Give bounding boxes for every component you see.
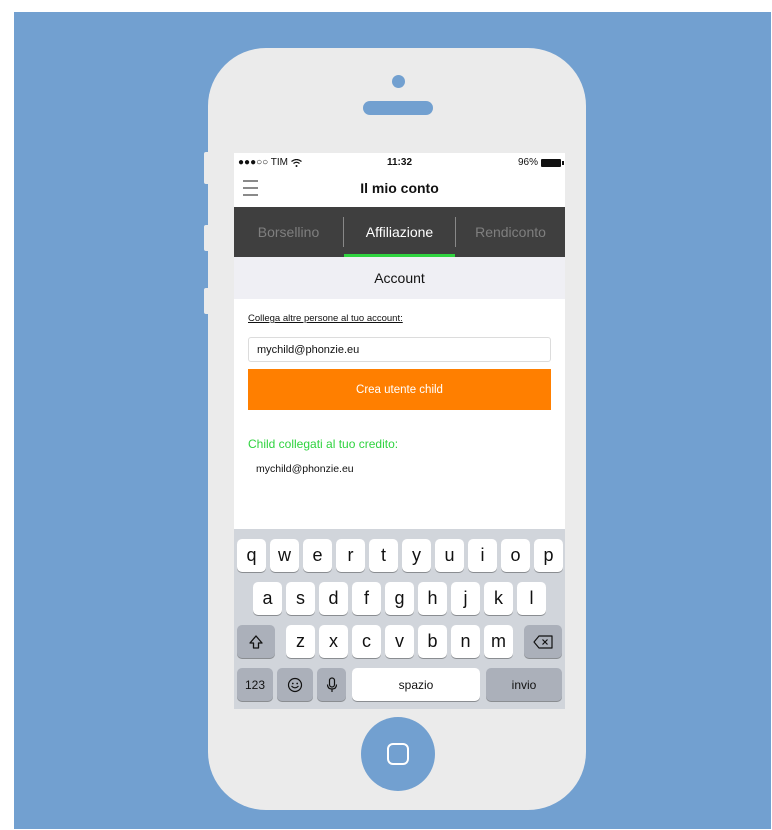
key-q[interactable]: q xyxy=(237,539,266,572)
phone-screen: ●●●○○ TIM 11:32 96% Il mio conto Borsell… xyxy=(234,153,565,709)
key-z[interactable]: z xyxy=(286,625,315,658)
battery-icon xyxy=(541,158,564,167)
key-r[interactable]: r xyxy=(336,539,365,572)
create-child-user-button[interactable]: Crea utente child xyxy=(248,369,551,410)
key-b[interactable]: b xyxy=(418,625,447,658)
key-d[interactable]: d xyxy=(319,582,348,615)
tab-rendiconto[interactable]: Rendiconto xyxy=(456,207,565,257)
status-bar: ●●●○○ TIM 11:32 96% xyxy=(234,153,565,173)
backspace-icon xyxy=(533,634,553,649)
battery-percent: 96% xyxy=(517,157,538,168)
volume-up-button xyxy=(204,225,212,251)
home-square-icon xyxy=(387,743,409,765)
key-k[interactable]: k xyxy=(484,582,513,615)
backspace-key[interactable] xyxy=(524,625,562,658)
earpiece-speaker xyxy=(363,101,433,115)
key-h[interactable]: h xyxy=(418,582,447,615)
key-a[interactable]: a xyxy=(253,582,282,615)
key-w[interactable]: w xyxy=(270,539,299,572)
emoji-icon xyxy=(287,677,303,692)
key-p[interactable]: p xyxy=(534,539,563,572)
key-v[interactable]: v xyxy=(385,625,414,658)
space-key[interactable]: spazio xyxy=(352,668,480,701)
key-y[interactable]: y xyxy=(402,539,431,572)
tab-bar: Borsellino Affiliazione Rendiconto xyxy=(234,207,565,257)
dictation-key[interactable] xyxy=(317,668,346,701)
page-title: Il mio conto xyxy=(360,180,439,196)
shift-icon xyxy=(249,634,263,649)
key-l[interactable]: l xyxy=(517,582,546,615)
key-g[interactable]: g xyxy=(385,582,414,615)
nav-bar: Il mio conto xyxy=(234,173,565,207)
linked-child-item: mychild@phonzie.eu xyxy=(256,463,354,475)
key-i[interactable]: i xyxy=(468,539,497,572)
key-u[interactable]: u xyxy=(435,539,464,572)
microphone-icon xyxy=(326,676,337,692)
key-x[interactable]: x xyxy=(319,625,348,658)
emoji-key[interactable] xyxy=(277,668,313,701)
child-email-input[interactable] xyxy=(248,337,551,362)
shift-key[interactable] xyxy=(237,625,275,658)
key-s[interactable]: s xyxy=(286,582,315,615)
key-t[interactable]: t xyxy=(369,539,398,572)
key-j[interactable]: j xyxy=(451,582,480,615)
key-n[interactable]: n xyxy=(451,625,480,658)
tab-affiliazione[interactable]: Affiliazione xyxy=(344,207,455,257)
tab-borsellino[interactable]: Borsellino xyxy=(234,207,343,257)
numbers-key[interactable]: 123 xyxy=(237,668,273,701)
volume-down-button xyxy=(204,288,212,314)
linked-children-title: Child collegati al tuo credito: xyxy=(248,437,399,451)
section-header: Account xyxy=(234,257,565,299)
mute-switch xyxy=(204,152,212,184)
link-people-label: Collega altre persone al tuo account: xyxy=(248,313,403,324)
key-e[interactable]: e xyxy=(303,539,332,572)
home-button[interactable] xyxy=(361,717,435,791)
key-f[interactable]: f xyxy=(352,582,381,615)
keyboard: q w e r t y u i o p a s d f g h j k l z … xyxy=(234,529,565,709)
key-c[interactable]: c xyxy=(352,625,381,658)
return-key[interactable]: invio xyxy=(486,668,562,701)
front-camera xyxy=(392,75,405,88)
key-o[interactable]: o xyxy=(501,539,530,572)
key-m[interactable]: m xyxy=(484,625,513,658)
status-time: 11:32 xyxy=(386,157,413,168)
